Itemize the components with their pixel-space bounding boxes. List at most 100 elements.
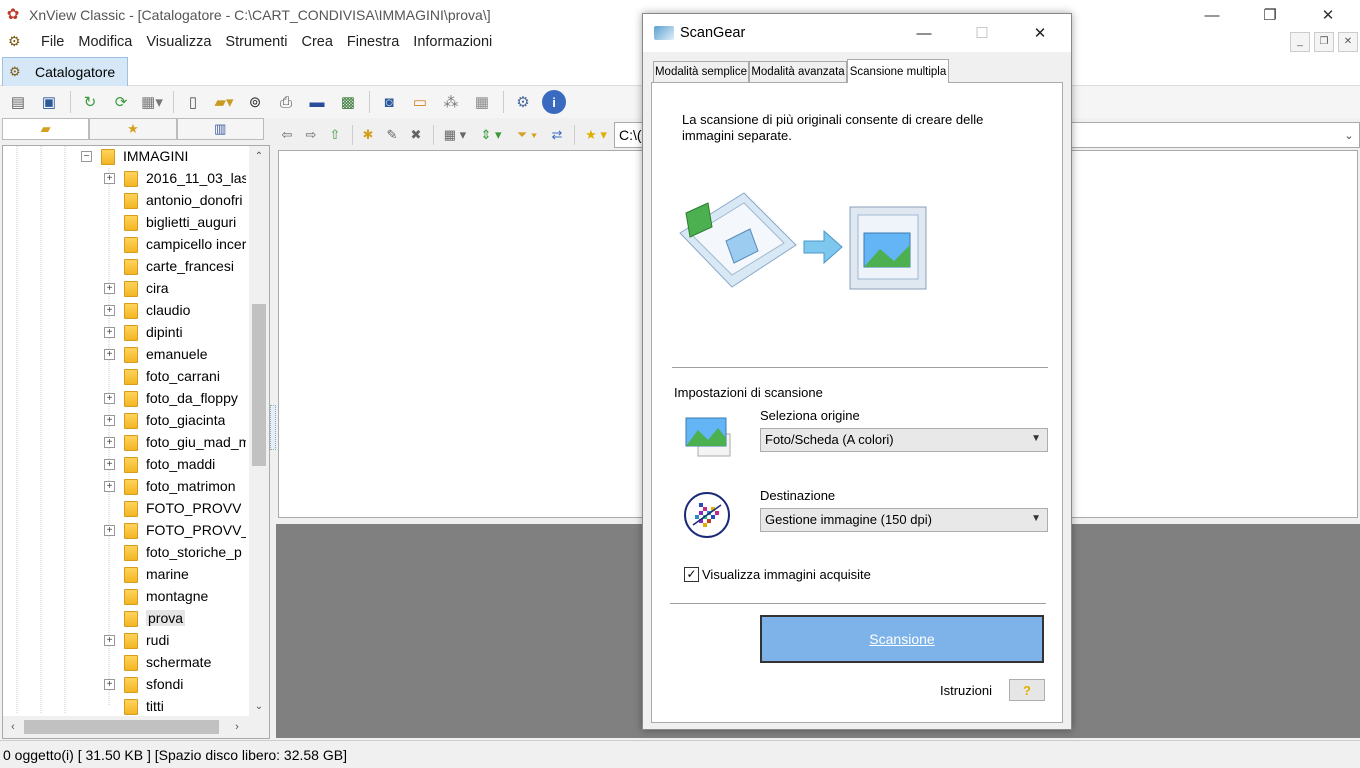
help-button[interactable]: ? [1009, 679, 1045, 701]
tab-favorites[interactable]: ★ [89, 118, 177, 140]
expand-icon[interactable]: + [104, 415, 115, 426]
acquire-icon[interactable]: ▦▾ [140, 90, 164, 114]
expand-icon[interactable]: + [104, 459, 115, 470]
scan-icon[interactable]: ▬ [305, 90, 329, 114]
tree-item-root[interactable]: − IMMAGINI [3, 146, 248, 168]
tree-item[interactable]: + sfondi [3, 674, 248, 696]
tree-item[interactable]: + foto_giu_mad_m [3, 432, 248, 454]
tree-item[interactable]: marine [3, 564, 248, 586]
tree-item[interactable]: carte_francesi [3, 256, 248, 278]
close-button[interactable]: ✕ [1299, 0, 1357, 30]
expand-icon[interactable]: + [104, 327, 115, 338]
tree-item[interactable]: FOTO_PROVV [3, 498, 248, 520]
tree-horizontal-scrollbar[interactable]: ‹ › [3, 716, 269, 738]
menu-visualizza[interactable]: Visualizza [139, 34, 218, 50]
tree-horizontal-scroll-thumb[interactable] [24, 720, 219, 734]
sort-icon[interactable]: ⇕ ▾ [474, 124, 508, 146]
slideshow-icon[interactable]: ▩ [336, 90, 360, 114]
tab-categories[interactable]: ▥ [176, 118, 264, 140]
tree-item[interactable]: montagne [3, 586, 248, 608]
tree-item[interactable]: + foto_giacinta [3, 410, 248, 432]
destination-select[interactable]: Gestione immagine (150 dpi) ▼ [760, 508, 1048, 532]
tree-item[interactable]: +2016_11_03_lasi [3, 168, 248, 190]
menu-modifica[interactable]: Modifica [71, 34, 139, 50]
refresh-icon[interactable]: ↻ [78, 90, 102, 114]
minimize-button[interactable]: — [1183, 0, 1241, 30]
tree-item[interactable]: antonio_donofri [3, 190, 248, 212]
path-dropdown-chevron-icon[interactable]: ⌄ [1340, 124, 1358, 146]
capture-icon[interactable]: ◙ [377, 90, 401, 114]
tree-vertical-scrollbar[interactable]: ⌃ ⌄ [249, 146, 269, 716]
source-select[interactable]: Foto/Scheda (A colori) ▼ [760, 428, 1048, 452]
forward-icon[interactable]: ⇨ [300, 124, 322, 146]
menu-finestra[interactable]: Finestra [340, 34, 406, 50]
back-icon[interactable]: ⇦ [276, 124, 298, 146]
tree-item[interactable]: + emanuele [3, 344, 248, 366]
mdi-minimize-button[interactable]: _ [1290, 32, 1310, 52]
tree-item[interactable]: foto_storiche_p [3, 542, 248, 564]
catalog-menu-icon[interactable]: ⚙ [8, 33, 28, 51]
expand-icon[interactable]: + [104, 635, 115, 646]
tree-item[interactable]: + cira [3, 278, 248, 300]
scan-button[interactable]: Scansione [760, 615, 1044, 663]
sync-icon[interactable]: ⇄ [546, 124, 568, 146]
menu-strumenti[interactable]: Strumenti [218, 34, 294, 50]
expand-icon[interactable]: + [104, 393, 115, 404]
delete-icon[interactable]: ✖ [405, 124, 427, 146]
tab-catalogatore[interactable]: ⚙ Catalogatore [2, 57, 128, 86]
tab-scansione-multipla[interactable]: Scansione multipla [847, 59, 949, 83]
tree-vertical-scroll-thumb[interactable] [252, 304, 266, 466]
tab-modalita-semplice[interactable]: Modalità semplice [653, 61, 749, 82]
tree-item[interactable]: campicello incer [3, 234, 248, 256]
new-folder-icon[interactable]: ✱ [357, 124, 379, 146]
scroll-up-icon[interactable]: ⌃ [249, 146, 269, 166]
expand-icon[interactable]: + [104, 525, 115, 536]
menu-file[interactable]: File [34, 34, 71, 50]
view-scanned-images-checkbox[interactable]: ✓ [684, 567, 699, 582]
maximize-button[interactable]: ❐ [1241, 0, 1299, 30]
scroll-left-icon[interactable]: ‹ [3, 716, 23, 738]
mdi-close-button[interactable]: ✕ [1338, 32, 1358, 52]
refresh-all-icon[interactable]: ⟳ [109, 90, 133, 114]
collapse-icon[interactable]: − [81, 151, 92, 162]
tree-item[interactable]: prova [3, 608, 248, 630]
tree-item[interactable]: foto_carrani [3, 366, 248, 388]
calculator-icon[interactable]: ▦ [470, 90, 494, 114]
filter-icon[interactable]: ⏷ ▾ [510, 124, 544, 146]
scanner-icon[interactable]: ▤ [6, 90, 30, 114]
expand-icon[interactable]: + [104, 481, 115, 492]
tree-item[interactable]: titti [3, 696, 248, 718]
scroll-down-icon[interactable]: ⌄ [249, 696, 269, 716]
expand-icon[interactable]: + [104, 679, 115, 690]
menu-crea[interactable]: Crea [294, 34, 339, 50]
tree-item[interactable]: + foto_matrimon [3, 476, 248, 498]
tree-item[interactable]: + foto_maddi [3, 454, 248, 476]
mdi-restore-button[interactable]: ❐ [1314, 32, 1334, 52]
expand-icon[interactable]: + [104, 283, 115, 294]
tree-item[interactable]: + FOTO_PROVV_2 [3, 520, 248, 542]
tree-item[interactable]: + claudio [3, 300, 248, 322]
settings-icon[interactable]: ⚙ [511, 90, 535, 114]
rename-icon[interactable]: ✎ [381, 124, 403, 146]
expand-icon[interactable]: + [104, 173, 115, 184]
panel-splitter[interactable] [270, 405, 276, 450]
tab-folders[interactable]: ▰ [2, 118, 90, 140]
menu-informazioni[interactable]: Informazioni [406, 34, 499, 50]
view-scanned-images-option[interactable]: ✓ Visualizza immagini acquisite [684, 567, 871, 582]
tree-item[interactable]: + foto_da_floppy [3, 388, 248, 410]
dialog-close-button[interactable]: ✕ [1011, 14, 1069, 52]
scroll-right-icon[interactable]: › [227, 716, 247, 738]
convert-icon[interactable]: ▭ [408, 90, 432, 114]
tree-item[interactable]: schermate [3, 652, 248, 674]
tree-item[interactable]: + rudi [3, 630, 248, 652]
open-folder-icon[interactable]: ▰▾ [212, 90, 236, 114]
tree-item[interactable]: + dipinti [3, 322, 248, 344]
parent-folder-icon[interactable]: ⇧ [324, 124, 346, 146]
dialog-minimize-button[interactable]: — [895, 14, 953, 52]
open-file-icon[interactable]: ▯ [181, 90, 205, 114]
expand-icon[interactable]: + [104, 437, 115, 448]
thumbnails-icon[interactable]: ⁂ [439, 90, 463, 114]
favorite-star-icon[interactable]: ★ ▾ [579, 124, 613, 146]
tree-item[interactable]: biglietti_auguri [3, 212, 248, 234]
expand-icon[interactable]: + [104, 349, 115, 360]
